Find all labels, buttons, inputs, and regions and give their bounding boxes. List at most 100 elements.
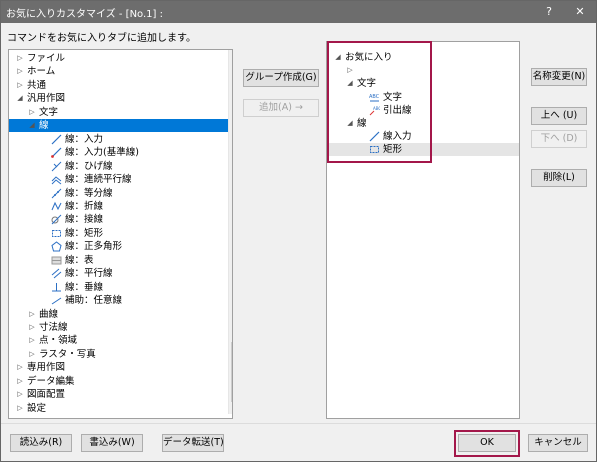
group-create-button[interactable]: グループ作成(G) [243, 69, 319, 87]
collapse-arrow-icon[interactable]: ◢ [27, 119, 37, 132]
expand-arrow-icon[interactable]: ▷ [15, 402, 25, 415]
command-tree-item[interactable]: ▷ ラスタ・写真 [9, 348, 228, 361]
move-down-button[interactable]: 下へ (D) [531, 130, 587, 148]
tree-item-label: 補助：任意線 [65, 295, 123, 307]
command-tree-item[interactable]: ▷ 文字 [9, 106, 228, 119]
scroll-down-arrow-icon[interactable]: ▼ [229, 401, 232, 414]
add-button[interactable]: 追加(A) → [243, 99, 319, 117]
collapse-arrow-icon[interactable]: ◢ [345, 117, 355, 130]
import-button[interactable]: 読込み(R) [10, 434, 72, 452]
expand-arrow-icon[interactable]: ▷ [27, 321, 37, 334]
command-tree-item[interactable]: 線：折線 [9, 200, 228, 213]
command-tree[interactable]: ▲ ▼ ▷ファイル▷ホーム▷共通◢汎用作図▷文字◢線線：入力線：入力(基準線)線… [8, 49, 233, 419]
expand-arrow-icon[interactable]: ▷ [15, 52, 25, 65]
data-transfer-button[interactable]: データ転送(T) [162, 434, 224, 452]
title-bar: お気に入りカスタマイズ - [No.1] : ? ✕ [1, 1, 596, 23]
command-tree-item[interactable]: 線：表 [9, 254, 228, 267]
expand-arrow-icon[interactable]: ▷ [27, 348, 37, 361]
command-tree-item[interactable]: ▷ 曲線 [9, 308, 228, 321]
favorites-tree-item[interactable]: ◢ 文字 [327, 77, 519, 90]
tree-item-label: 文字 [383, 91, 403, 103]
command-tree-item[interactable]: ▷ 点・領域 [9, 334, 228, 347]
expand-arrow-icon[interactable]: ▷ [27, 106, 37, 119]
command-tree-item[interactable]: 線：入力(基準線) [9, 146, 228, 159]
command-tree-item[interactable]: 線：矩形 [9, 227, 228, 240]
collapse-arrow-icon[interactable]: ◢ [333, 51, 343, 64]
tree-item-label: 文字 [357, 78, 377, 90]
favorites-tree-item[interactable]: ◢ お気に入り [327, 51, 519, 64]
expand-arrow-icon[interactable]: ▷ [15, 79, 25, 92]
command-tree-item[interactable]: 線：等分線 [9, 187, 228, 200]
parallel-line-icon [51, 268, 62, 279]
tree-item-label: 共通 [27, 79, 47, 91]
command-tree-item[interactable]: ◢ 線 [9, 119, 228, 133]
whisker-line-icon [51, 161, 62, 172]
favorites-tree-item[interactable]: 矩形 [327, 143, 519, 157]
command-tree-item[interactable]: ▷ ホーム [9, 65, 228, 78]
tree-item-label: 線入力 [383, 131, 412, 143]
command-tree-item[interactable]: 線：入力 [9, 133, 228, 146]
tree-item-label: 引出線 [383, 104, 412, 116]
rename-button[interactable]: 名称変更(N) [531, 68, 587, 86]
tree-item-label: 線：平行線 [65, 268, 113, 280]
regular-polygon-icon [51, 241, 62, 252]
line-input-base-icon [51, 147, 62, 159]
footer-divider [1, 423, 596, 424]
command-tree-item[interactable]: 線：平行線 [9, 267, 228, 280]
command-tree-scrollbar[interactable]: ▲ ▼ [228, 50, 232, 414]
favorites-tree-item[interactable]: ABC 文字 [327, 91, 519, 104]
expand-arrow-icon[interactable]: ▷ [15, 65, 25, 78]
help-button[interactable]: ? [534, 1, 564, 23]
expand-arrow-icon[interactable]: ▷ [27, 308, 37, 321]
auxiliary-line-icon [51, 295, 62, 306]
command-tree-item[interactable]: 線：垂線 [9, 281, 228, 294]
command-tree-item[interactable]: ▷ 図面配置 [9, 388, 228, 401]
tree-item-label: 曲線 [39, 308, 59, 320]
move-up-button[interactable]: 上へ (U) [531, 107, 587, 125]
command-tree-item[interactable]: ▷ 設定 [9, 402, 228, 415]
scroll-up-arrow-icon[interactable]: ▲ [229, 50, 232, 63]
command-tree-item[interactable]: 補助：任意線 [9, 294, 228, 307]
command-tree-item[interactable]: ▷ データ編集 [9, 375, 228, 388]
command-tree-item[interactable]: 線：正多角形 [9, 240, 228, 253]
collapse-arrow-icon[interactable]: ◢ [345, 77, 355, 90]
command-tree-item[interactable]: ▷ ファイル [9, 52, 228, 65]
expand-arrow-icon[interactable]: ▷ [15, 388, 25, 401]
expand-arrow-icon[interactable]: ▷ [345, 64, 355, 77]
command-tree-item[interactable]: ▷ 専用作図 [9, 361, 228, 374]
command-tree-item[interactable]: ▷ 寸法線 [9, 321, 228, 334]
collapse-arrow-icon[interactable]: ◢ [15, 92, 25, 105]
tree-item-label: 汎用作図 [27, 93, 66, 105]
command-tree-item[interactable]: ▷ 共通 [9, 79, 228, 92]
expand-arrow-icon[interactable]: ▷ [27, 334, 37, 347]
tree-item-label: 線 [39, 120, 49, 132]
expand-arrow-icon[interactable]: ▷ [15, 375, 25, 388]
favorites-tree-item[interactable]: ABC引出線 [327, 104, 519, 117]
table-icon [51, 255, 62, 266]
tree-item-label: 線：折線 [65, 200, 104, 212]
favorites-tree-item[interactable]: ◢ 線 [327, 117, 519, 130]
close-button[interactable]: ✕ [565, 1, 595, 23]
command-tree-item[interactable]: 線：接線 [9, 213, 228, 226]
command-tree-item[interactable]: ◢ 汎用作図 [9, 92, 228, 105]
polyline-icon [51, 201, 62, 212]
tree-item-label: ラスタ・写真 [39, 348, 96, 360]
expand-arrow-icon[interactable]: ▷ [15, 361, 25, 374]
scroll-thumb[interactable] [231, 342, 232, 402]
command-tree-item[interactable]: 線：ひげ線 [9, 160, 228, 173]
delete-button[interactable]: 削除(L) [531, 169, 587, 187]
favorites-tree-item[interactable]: ▷ [327, 64, 519, 77]
line-input-icon [51, 134, 62, 145]
ok-button[interactable]: OK [458, 434, 516, 452]
tree-item-label: ファイル [27, 53, 66, 64]
export-button[interactable]: 書込み(W) [81, 434, 143, 452]
command-tree-item[interactable]: 線：連続平行線 [9, 173, 228, 186]
tree-item-label: 線：垂線 [65, 281, 104, 293]
favorites-tree[interactable]: ◢お気に入り▷◢文字ABC文字ABC引出線◢線線入力矩形 [326, 41, 520, 419]
svg-text:ABC: ABC [373, 106, 380, 111]
cancel-button[interactable]: キャンセル [528, 434, 588, 452]
tree-item-label: 線：連続平行線 [65, 174, 132, 186]
favorites-tree-item[interactable]: 線入力 [327, 130, 519, 143]
tree-item-label: 線：表 [65, 254, 94, 266]
tree-item-label: ホーム [27, 66, 56, 78]
